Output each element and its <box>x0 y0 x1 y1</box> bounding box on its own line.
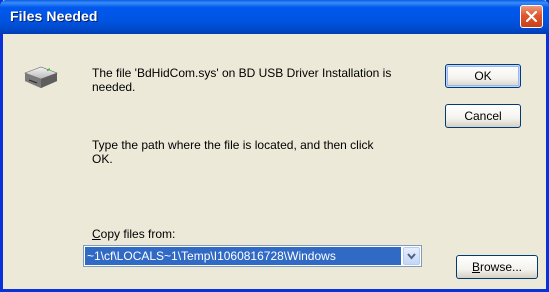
copy-files-from-combobox[interactable]: ~1\cf\LOCALS~1\Temp\I1060816728\Windows <box>83 245 422 267</box>
browse-accelerator: B <box>471 260 480 274</box>
instruction-text: Type the path where the file is located,… <box>92 138 452 166</box>
copy-files-from-label: Copy files from: <box>92 227 175 241</box>
chevron-down-icon <box>407 253 416 260</box>
message-line-1: The file 'BdHidCom.sys' on BD USB Driver… <box>92 66 392 80</box>
copy-files-from-accelerator: C <box>92 227 101 241</box>
copy-files-from-value[interactable]: ~1\cf\LOCALS~1\Temp\I1060816728\Windows <box>85 247 401 265</box>
ok-button-label: OK <box>474 69 492 83</box>
close-button[interactable] <box>520 5 543 28</box>
files-needed-dialog: Files Needed The file 'BdHidCom.sys' on … <box>0 0 549 292</box>
title-bar[interactable]: Files Needed <box>0 0 549 34</box>
disk-drive-icon <box>24 66 58 88</box>
instruction-line-1: Type the path where the file is located,… <box>92 138 374 152</box>
browse-button-label: rowse... <box>480 260 523 274</box>
copy-files-from-label-text: opy files from: <box>100 227 176 241</box>
combobox-dropdown-button[interactable] <box>403 247 420 265</box>
ok-button[interactable]: OK <box>445 64 521 88</box>
window-title: Files Needed <box>10 8 98 24</box>
browse-button[interactable]: Browse... <box>456 255 538 279</box>
file-needed-message: The file 'BdHidCom.sys' on BD USB Driver… <box>92 66 452 94</box>
message-line-2: needed. <box>92 80 136 94</box>
cancel-button[interactable]: Cancel <box>445 104 521 128</box>
cancel-button-label: Cancel <box>464 109 502 123</box>
close-icon <box>526 11 537 22</box>
instruction-line-2: OK. <box>92 152 113 166</box>
